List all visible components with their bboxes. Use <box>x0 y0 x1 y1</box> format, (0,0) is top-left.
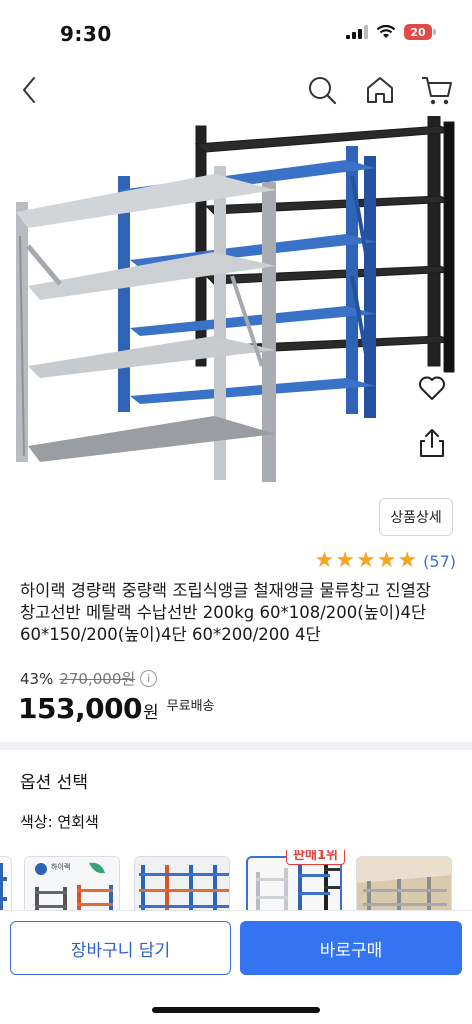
battery-icon: 20 <box>404 24 436 40</box>
status-time: 9:30 <box>60 22 112 46</box>
star-icon: ★ <box>355 548 376 573</box>
shipping-info: 무료배송 <box>166 699 215 714</box>
wishlist-heart-icon[interactable] <box>412 368 452 408</box>
product-image[interactable] <box>0 116 472 486</box>
star-icon: ★ <box>314 548 335 573</box>
add-to-cart-button[interactable]: 장바구니 담기 <box>10 921 231 975</box>
home-icon[interactable] <box>364 74 396 106</box>
price-row: 153,000 원 무료배송 <box>18 692 215 725</box>
buy-now-button[interactable]: 바로구매 <box>240 921 462 975</box>
bestseller-badge: 판매1위 <box>286 850 345 865</box>
share-icon[interactable] <box>414 424 450 462</box>
color-label: 색상: 연회색 <box>20 813 99 831</box>
rating[interactable]: ★ ★ ★ ★ ★ (57) <box>313 550 456 572</box>
currency: 원 <box>143 703 159 723</box>
top-nav <box>0 66 472 116</box>
bottom-action-bar: 장바구니 담기 바로구매 <box>0 910 472 1024</box>
product-detail-button[interactable]: 상품상세 <box>379 498 453 536</box>
color-option-thumbnails: 하이랙 판매1위 <box>0 850 472 910</box>
star-icon: ★ <box>376 548 397 573</box>
section-divider <box>0 742 472 750</box>
sale-price: 153,000 <box>18 692 143 725</box>
price-original-row: 43% 270,000원 i <box>20 668 158 689</box>
battery-level: 20 <box>404 24 432 40</box>
product-title: 하이랙 경량랙 중량랙 조립식앵글 철재앵글 물류창고 진열장 창고선반 메탈랙… <box>20 581 431 644</box>
original-price: 270,000원 <box>59 670 136 688</box>
review-count[interactable]: (57) <box>423 552 456 571</box>
info-icon[interactable]: i <box>140 670 158 687</box>
status-bar: 9:30 20 <box>0 0 472 64</box>
home-indicator <box>152 1007 320 1013</box>
status-icons: 20 <box>346 24 436 40</box>
svg-text:하이랙: 하이랙 <box>51 862 70 871</box>
color-option-thumbnail[interactable] <box>356 856 452 910</box>
color-option-thumbnail[interactable] <box>0 856 12 910</box>
signal-icon <box>346 25 368 39</box>
discount-rate: 43% <box>20 669 54 688</box>
color-option-thumbnail[interactable] <box>134 856 230 910</box>
star-icon: ★ <box>335 548 355 573</box>
cart-icon[interactable] <box>420 74 454 106</box>
search-icon[interactable] <box>306 74 338 106</box>
wifi-icon <box>376 25 396 38</box>
color-option-thumbnail[interactable]: 하이랙 <box>24 856 120 910</box>
option-title: 옵션 선택 <box>20 773 88 793</box>
back-icon[interactable] <box>14 74 44 106</box>
star-icon: ★ <box>397 548 418 573</box>
